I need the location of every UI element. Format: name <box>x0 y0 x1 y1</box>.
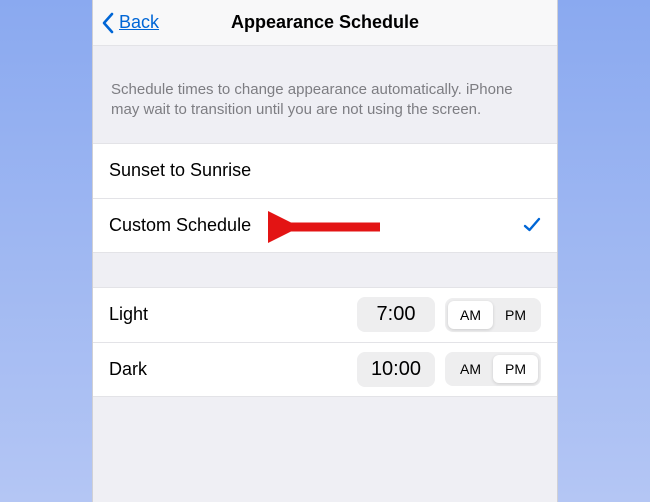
dark-am-segment[interactable]: AM <box>448 355 493 383</box>
nav-bar: Back Appearance Schedule <box>93 0 557 46</box>
option-custom-schedule[interactable]: Custom Schedule <box>93 198 557 252</box>
section-spacer <box>93 253 557 287</box>
dark-time-row: Dark 10:00 AM PM <box>93 342 557 396</box>
chevron-left-icon <box>101 12 115 34</box>
time-group: Light 7:00 AM PM Dark 10:00 AM PM <box>93 287 557 397</box>
light-time-row: Light 7:00 AM PM <box>93 288 557 342</box>
dark-ampm-toggle[interactable]: AM PM <box>445 352 541 386</box>
option-sunset-to-sunrise[interactable]: Sunset to Sunrise <box>93 144 557 198</box>
light-pm-segment[interactable]: PM <box>493 301 538 329</box>
option-label: Custom Schedule <box>109 215 523 236</box>
light-time-picker[interactable]: 7:00 <box>357 297 435 332</box>
page-title: Appearance Schedule <box>231 12 419 33</box>
dark-label: Dark <box>109 359 357 380</box>
back-button[interactable]: Back <box>101 12 159 34</box>
checkmark-icon <box>523 216 541 234</box>
light-ampm-toggle[interactable]: AM PM <box>445 298 541 332</box>
dark-pm-segment[interactable]: PM <box>493 355 538 383</box>
option-label: Sunset to Sunrise <box>109 160 541 181</box>
section-description: Schedule times to change appearance auto… <box>93 46 557 143</box>
light-am-segment[interactable]: AM <box>448 301 493 329</box>
schedule-mode-group: Sunset to Sunrise Custom Schedule <box>93 143 557 253</box>
back-label: Back <box>119 12 159 33</box>
settings-screen: Back Appearance Schedule Schedule times … <box>92 0 558 502</box>
dark-time-picker[interactable]: 10:00 <box>357 352 435 387</box>
light-label: Light <box>109 304 357 325</box>
